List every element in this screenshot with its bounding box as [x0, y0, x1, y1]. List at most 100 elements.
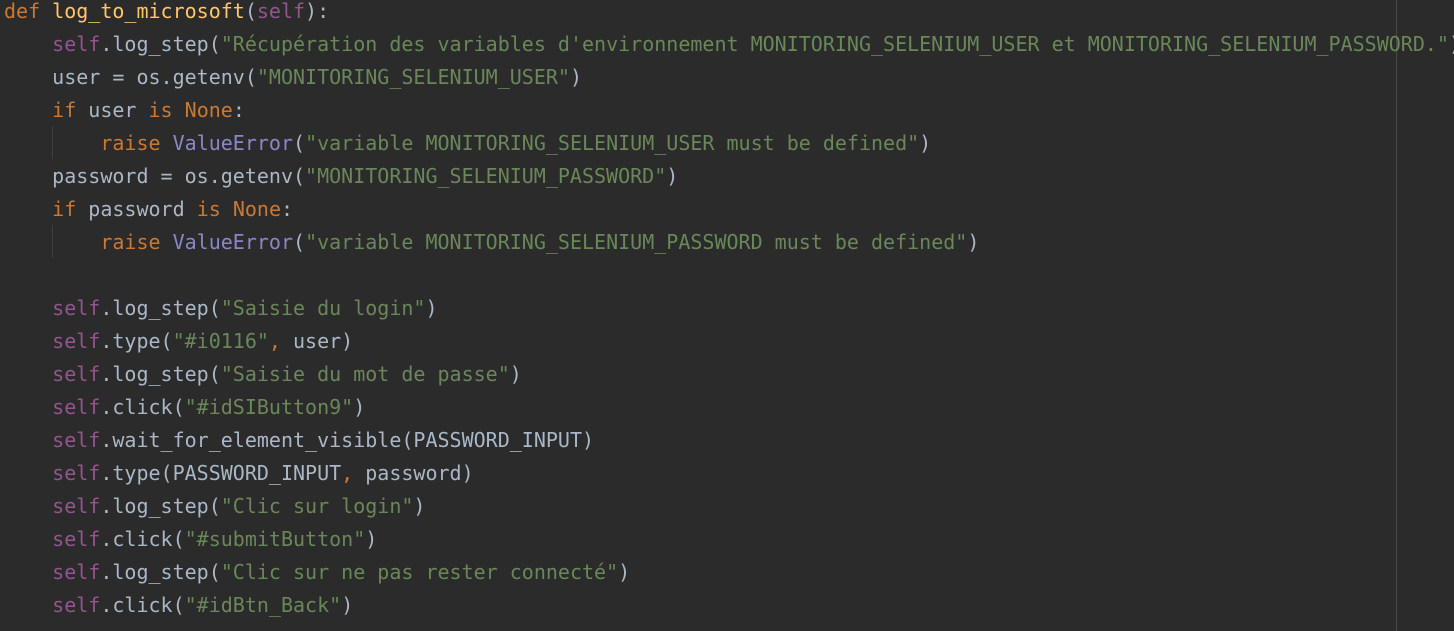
code-token: ( [293, 131, 306, 155]
code-token: ) [413, 494, 426, 518]
code-token: .log_step( [100, 32, 221, 56]
code-token: ) [569, 65, 582, 89]
code-token: self [52, 362, 101, 386]
code-token: is [196, 197, 221, 221]
code-line: user = os.getenv("MONITORING_SELENIUM_US… [4, 61, 582, 94]
code-token: self [52, 494, 101, 518]
code-token: self [256, 0, 306, 23]
code-line: raise ValueError("variable MONITORING_SE… [4, 127, 931, 160]
code-token: None [184, 98, 233, 122]
code-token: ): [305, 0, 330, 23]
code-token: user = os.getenv( [4, 65, 257, 89]
code-token: ) [967, 230, 980, 254]
code-editor[interactable]: def log_to_microsoft(self): self.log_ste… [0, 0, 1454, 631]
code-token: .type( [100, 329, 173, 353]
code-token: "#idBtn_Back" [184, 593, 342, 617]
code-token: self [52, 593, 101, 617]
code-line: self.log_step("Récupération des variable… [4, 28, 1454, 61]
code-token: ) [509, 362, 522, 386]
code-line: if password is None: [4, 193, 293, 226]
code-token: "Saisie du login" [220, 296, 426, 320]
code-token: password [76, 197, 197, 221]
code-line: self.log_step("Clic sur login") [4, 490, 425, 523]
code-token: "variable MONITORING_SELENIUM_PASSWORD m… [305, 230, 968, 254]
code-token: .click( [100, 593, 185, 617]
code-token: ) [425, 296, 438, 320]
code-token: self [52, 395, 101, 419]
code-line: password = os.getenv("MONITORING_SELENIU… [4, 160, 678, 193]
code-line: self.log_step("Saisie du login") [4, 292, 438, 325]
code-token: self [52, 32, 101, 56]
code-token: , [268, 329, 281, 353]
code-token: ) [341, 593, 354, 617]
code-token: if [52, 98, 77, 122]
code-token: ) [618, 560, 631, 584]
code-token: ValueError [172, 131, 294, 155]
code-token: self [52, 329, 101, 353]
code-line: self.type("#i0116", user) [4, 325, 353, 358]
code-token: user [76, 98, 149, 122]
code-token: .type(PASSWORD_INPUT [100, 461, 342, 485]
code-token: None [232, 197, 281, 221]
code-token: ) [353, 395, 366, 419]
code-token: def [4, 0, 41, 23]
code-token: .click( [100, 395, 185, 419]
code-token: self [52, 527, 101, 551]
code-token: "#submitButton" [184, 527, 366, 551]
code-line: self.click("#idSIButton9") [4, 391, 365, 424]
code-token: .click( [100, 527, 185, 551]
code-token: ) [1449, 32, 1454, 56]
code-token: .log_step( [100, 560, 221, 584]
code-token: if [52, 197, 77, 221]
code-token: .wait_for_element_visible(PASSWORD_INPUT… [100, 428, 595, 452]
code-token: "Clic sur login" [220, 494, 414, 518]
code-token: "Récupération des variables d'environnem… [220, 32, 1449, 56]
code-token: .log_step( [100, 494, 221, 518]
code-token: , [341, 461, 354, 485]
code-token: self [52, 461, 101, 485]
code-token: ( [293, 230, 306, 254]
code-token: log_to_microsoft [52, 0, 245, 23]
code-token: "variable MONITORING_SELENIUM_USER must … [305, 131, 920, 155]
code-token: password) [353, 461, 474, 485]
code-token: ValueError [172, 230, 294, 254]
code-line: self.log_step("Clic sur ne pas rester co… [4, 556, 630, 589]
code-token: raise [100, 230, 161, 254]
code-token: self [52, 428, 101, 452]
code-token: : [232, 98, 245, 122]
code-line: raise ValueError("variable MONITORING_SE… [4, 226, 979, 259]
code-line: self.click("#idBtn_Back") [4, 589, 353, 622]
code-token: "#idSIButton9" [184, 395, 354, 419]
code-line: if user is None: [4, 94, 245, 127]
code-token: is [148, 98, 173, 122]
code-token: "#i0116" [172, 329, 269, 353]
code-token: .log_step( [100, 296, 221, 320]
code-line: self.log_step("Saisie du mot de passe") [4, 358, 522, 391]
code-line: self.click("#submitButton") [4, 523, 377, 556]
code-token: ( [244, 0, 257, 23]
code-token: "Clic sur ne pas rester connecté" [220, 560, 619, 584]
code-line: self.type(PASSWORD_INPUT, password) [4, 457, 474, 490]
code-token: "Saisie du mot de passe" [220, 362, 510, 386]
code-token: user) [280, 329, 354, 353]
code-token: .log_step( [100, 362, 221, 386]
code-token: : [281, 197, 294, 221]
